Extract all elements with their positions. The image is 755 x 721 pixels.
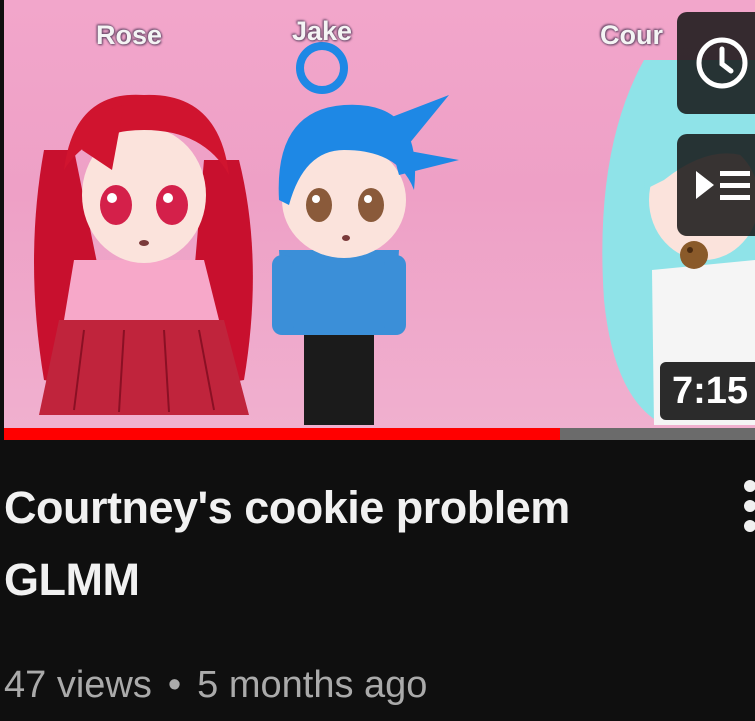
watch-later-button[interactable] xyxy=(677,12,755,114)
more-vert-icon xyxy=(744,480,755,532)
video-title[interactable]: Courtney's cookie problem GLMM xyxy=(4,472,694,616)
character-jake xyxy=(272,42,459,425)
character-label-courtney: Cour xyxy=(600,20,663,50)
duration-badge: 7:15 xyxy=(660,362,755,420)
thumbnail-illustration xyxy=(34,42,755,425)
view-count: 47 views xyxy=(4,664,152,706)
watch-progress-fill xyxy=(4,428,560,440)
watch-progress-bar xyxy=(4,428,755,440)
upload-age: 5 months ago xyxy=(197,664,428,706)
add-to-queue-button[interactable] xyxy=(677,134,755,236)
clock-icon xyxy=(696,37,748,89)
more-actions-button[interactable] xyxy=(735,478,755,538)
video-card[interactable]: Rose Jake Cour 7:15 Courtney's cookie pr… xyxy=(0,0,755,721)
character-rose xyxy=(34,94,253,415)
video-thumbnail[interactable]: Rose Jake Cour xyxy=(4,0,755,428)
character-label-jake: Jake xyxy=(292,16,353,46)
character-label-rose: Rose xyxy=(96,20,163,50)
video-metadata: 47 views • 5 months ago xyxy=(4,660,427,710)
queue-icon xyxy=(696,171,750,200)
meta-separator: • xyxy=(167,664,182,706)
